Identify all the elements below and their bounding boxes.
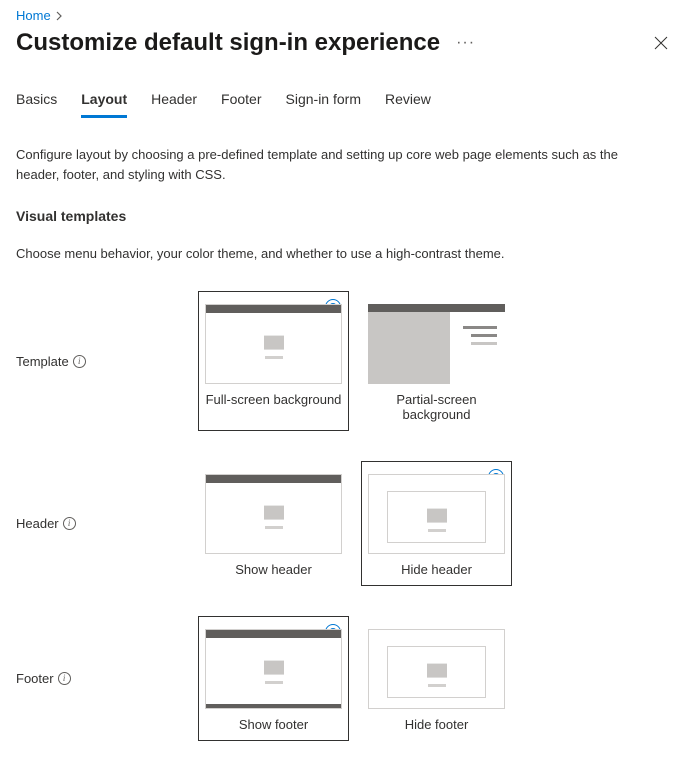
footer-option-hide[interactable]: Hide footer (361, 616, 512, 741)
row-footer: Footer i Show footer Hide footer (16, 616, 674, 741)
row-label-footer: Footer i (16, 671, 198, 686)
breadcrumb-home-link[interactable]: Home (16, 8, 51, 23)
section-title-visual-templates: Visual templates (16, 208, 674, 224)
tabs: Basics Layout Header Footer Sign-in form… (16, 91, 674, 119)
thumbnail-partial-screen (368, 304, 505, 384)
header-option-hide[interactable]: Hide header (361, 461, 512, 586)
info-icon[interactable]: i (58, 672, 71, 685)
chevron-right-icon (55, 11, 63, 21)
more-actions-button[interactable]: ··· (452, 31, 479, 55)
template-option-partial-screen[interactable]: Partial-screen background (361, 291, 512, 431)
header-option-show[interactable]: Show header (198, 461, 349, 586)
footer-option-show[interactable]: Show footer (198, 616, 349, 741)
row-label-header: Header i (16, 516, 198, 531)
row-template: Template i Full-screen background Partia… (16, 291, 674, 431)
label-header-text: Header (16, 516, 59, 531)
thumbnail-show-header (205, 474, 342, 554)
info-icon[interactable]: i (63, 517, 76, 530)
tab-review[interactable]: Review (385, 91, 431, 118)
option-label: Hide footer (368, 717, 505, 732)
thumbnail-full-screen (205, 304, 342, 384)
row-label-template: Template i (16, 354, 198, 369)
tab-footer[interactable]: Footer (221, 91, 261, 118)
option-label: Hide header (368, 562, 505, 577)
template-option-full-screen[interactable]: Full-screen background (198, 291, 349, 431)
tab-basics[interactable]: Basics (16, 91, 57, 118)
page-title: Customize default sign-in experience (16, 29, 440, 57)
label-template-text: Template (16, 354, 69, 369)
tab-layout[interactable]: Layout (81, 91, 127, 118)
thumbnail-show-footer (205, 629, 342, 709)
thumbnail-hide-header (368, 474, 505, 554)
layout-description: Configure layout by choosing a pre-defin… (16, 145, 656, 184)
option-label: Partial-screen background (368, 392, 505, 422)
tab-signin-form[interactable]: Sign-in form (286, 91, 361, 118)
option-label: Show header (205, 562, 342, 577)
label-footer-text: Footer (16, 671, 54, 686)
page-header: Customize default sign-in experience ··· (16, 29, 674, 57)
tab-header[interactable]: Header (151, 91, 197, 118)
breadcrumb: Home (16, 8, 674, 23)
option-label: Full-screen background (205, 392, 342, 407)
option-label: Show footer (205, 717, 342, 732)
thumbnail-hide-footer (368, 629, 505, 709)
section-description: Choose menu behavior, your color theme, … (16, 246, 674, 261)
row-header: Header i Show header Hide header (16, 461, 674, 586)
close-button[interactable] (648, 30, 674, 56)
info-icon[interactable]: i (73, 355, 86, 368)
